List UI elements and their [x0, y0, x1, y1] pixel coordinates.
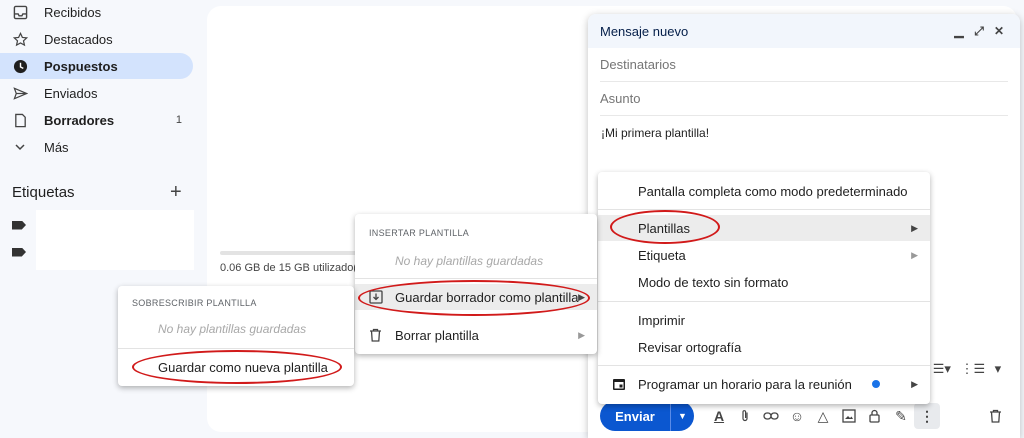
label-icon — [12, 220, 26, 230]
signature-icon[interactable]: ✎ — [888, 403, 914, 429]
overwrite-template-heading: SOBRESCRIBIR PLANTILLA — [132, 298, 257, 308]
subject-field[interactable]: Asunto — [600, 82, 1008, 116]
divider — [598, 365, 930, 366]
image-icon[interactable] — [836, 403, 862, 429]
compose-header: Mensaje nuevo ▁ ⤢ ✕ — [588, 14, 1020, 48]
save-template-icon — [369, 290, 383, 304]
storage-bar — [220, 251, 360, 255]
minimize-icon[interactable]: ▁ — [950, 24, 968, 38]
divider — [118, 348, 354, 349]
save-as-new-template[interactable]: Guardar como nueva plantilla — [118, 354, 354, 380]
trash-icon[interactable] — [982, 403, 1008, 429]
emoji-icon[interactable]: ☺ — [784, 403, 810, 429]
compose-title: Mensaje nuevo — [600, 23, 689, 39]
clock-icon — [12, 58, 28, 74]
more-formatting-icon[interactable]: ▾ — [995, 361, 1002, 377]
nav-label: Más — [44, 139, 69, 155]
overwrite-submenu: SOBRESCRIBIR PLANTILLA No hay plantillas… — [118, 286, 354, 386]
nav-label: Pospuestos — [44, 58, 118, 74]
send-icon — [12, 85, 28, 101]
menu-label: Borrar plantilla — [395, 327, 479, 343]
submenu-arrow-icon: ▶ — [911, 249, 918, 260]
menu-item-label[interactable]: Etiqueta ▶ — [598, 242, 930, 268]
confidential-icon[interactable] — [862, 403, 888, 429]
align-icon[interactable]: ☰▾ — [933, 361, 951, 377]
trash-icon — [369, 328, 382, 342]
storage-text: 0.06 GB de 15 GB utilizado(s) — [220, 262, 367, 274]
menu-label: Guardar borrador como plantilla — [395, 289, 579, 305]
nav-label: Destacados — [44, 31, 113, 47]
menu-label: Pantalla completa como modo predetermina… — [638, 183, 908, 199]
drive-icon[interactable]: △ — [810, 403, 836, 429]
menu-label: Imprimir — [638, 312, 685, 328]
label-item[interactable] — [12, 212, 192, 238]
no-templates-text: No hay plantillas guardadas — [158, 322, 307, 336]
insert-template-heading: INSERTAR PLANTILLA — [369, 228, 470, 238]
nav-item-starred[interactable]: Destacados — [0, 26, 193, 52]
recipients-field[interactable]: Destinatarios — [600, 48, 1008, 82]
save-draft-as-template[interactable]: Guardar borrador como plantilla ▶ — [355, 284, 597, 310]
label-item[interactable] — [12, 239, 192, 265]
divider — [598, 209, 930, 210]
drafts-count: 1 — [175, 114, 182, 126]
submenu-arrow-icon: ▶ — [911, 222, 918, 233]
divider — [355, 278, 597, 279]
menu-item-templates[interactable]: Plantillas ▶ — [598, 215, 930, 241]
menu-label: Revisar ortografía — [638, 339, 742, 355]
submenu-arrow-icon: ▶ — [578, 329, 585, 340]
menu-item-plain-text[interactable]: Modo de texto sin formato — [598, 269, 930, 295]
menu-label: Programar un horario para la reunión — [638, 376, 852, 392]
menu-label: Guardar como nueva plantilla — [158, 359, 328, 375]
submenu-arrow-icon: ▶ — [911, 378, 918, 389]
inbox-icon — [12, 4, 28, 20]
menu-item-schedule-meeting[interactable]: Programar un horario para la reunión ▶ — [598, 371, 930, 397]
more-options-menu: Pantalla completa como modo predetermina… — [598, 172, 930, 404]
add-label-button[interactable]: + — [170, 181, 182, 204]
calendar-icon — [612, 377, 626, 391]
nav-label: Enviados — [44, 85, 98, 101]
chevron-down-icon — [12, 139, 28, 155]
menu-item-print[interactable]: Imprimir — [598, 307, 930, 333]
nav-item-more[interactable]: Más — [0, 134, 193, 160]
menu-label: Etiqueta — [638, 247, 686, 263]
submenu-arrow-icon: ▶ — [578, 291, 585, 302]
more-options-icon[interactable]: ⋮ — [914, 403, 940, 429]
menu-label: Modo de texto sin formato — [638, 274, 789, 290]
delete-template[interactable]: Borrar plantilla ▶ — [355, 322, 597, 348]
menu-label: Plantillas — [638, 220, 691, 236]
expand-icon[interactable]: ⤢ — [970, 24, 988, 39]
menu-item-fullscreen-default[interactable]: Pantalla completa como modo predetermina… — [598, 178, 930, 204]
menu-item-spellcheck[interactable]: Revisar ortografía — [598, 334, 930, 360]
send-button[interactable]: Enviar — [600, 401, 670, 431]
link-icon[interactable] — [758, 403, 784, 429]
labels-title: Etiquetas — [12, 184, 75, 201]
send-options-button[interactable]: ▼ — [670, 401, 694, 431]
divider — [598, 301, 930, 302]
nav-item-inbox[interactable]: Recibidos — [0, 0, 193, 25]
nav-item-snoozed[interactable]: Pospuestos — [0, 53, 193, 79]
star-icon — [12, 31, 28, 47]
templates-submenu: INSERTAR PLANTILLA No hay plantillas gua… — [355, 214, 597, 354]
draft-icon — [12, 112, 28, 128]
new-feature-dot — [872, 380, 880, 388]
label-icon — [12, 247, 26, 257]
nav-item-drafts[interactable]: Borradores 1 — [0, 107, 193, 133]
nav-label: Borradores — [44, 112, 115, 128]
message-body[interactable]: ¡Mi primera plantilla! — [601, 126, 709, 140]
numbered-list-icon[interactable]: ⋮☰ — [960, 361, 985, 377]
nav-label: Recibidos — [44, 4, 102, 20]
no-templates-text: No hay plantillas guardadas — [395, 254, 544, 268]
text-format-icon[interactable]: A — [706, 403, 732, 429]
format-toolbar: ☰▾ ⋮☰ ▾ — [928, 354, 1006, 384]
attach-icon[interactable] — [732, 403, 758, 429]
close-icon[interactable]: ✕ — [990, 24, 1008, 38]
nav-item-sent[interactable]: Enviados — [0, 80, 193, 106]
